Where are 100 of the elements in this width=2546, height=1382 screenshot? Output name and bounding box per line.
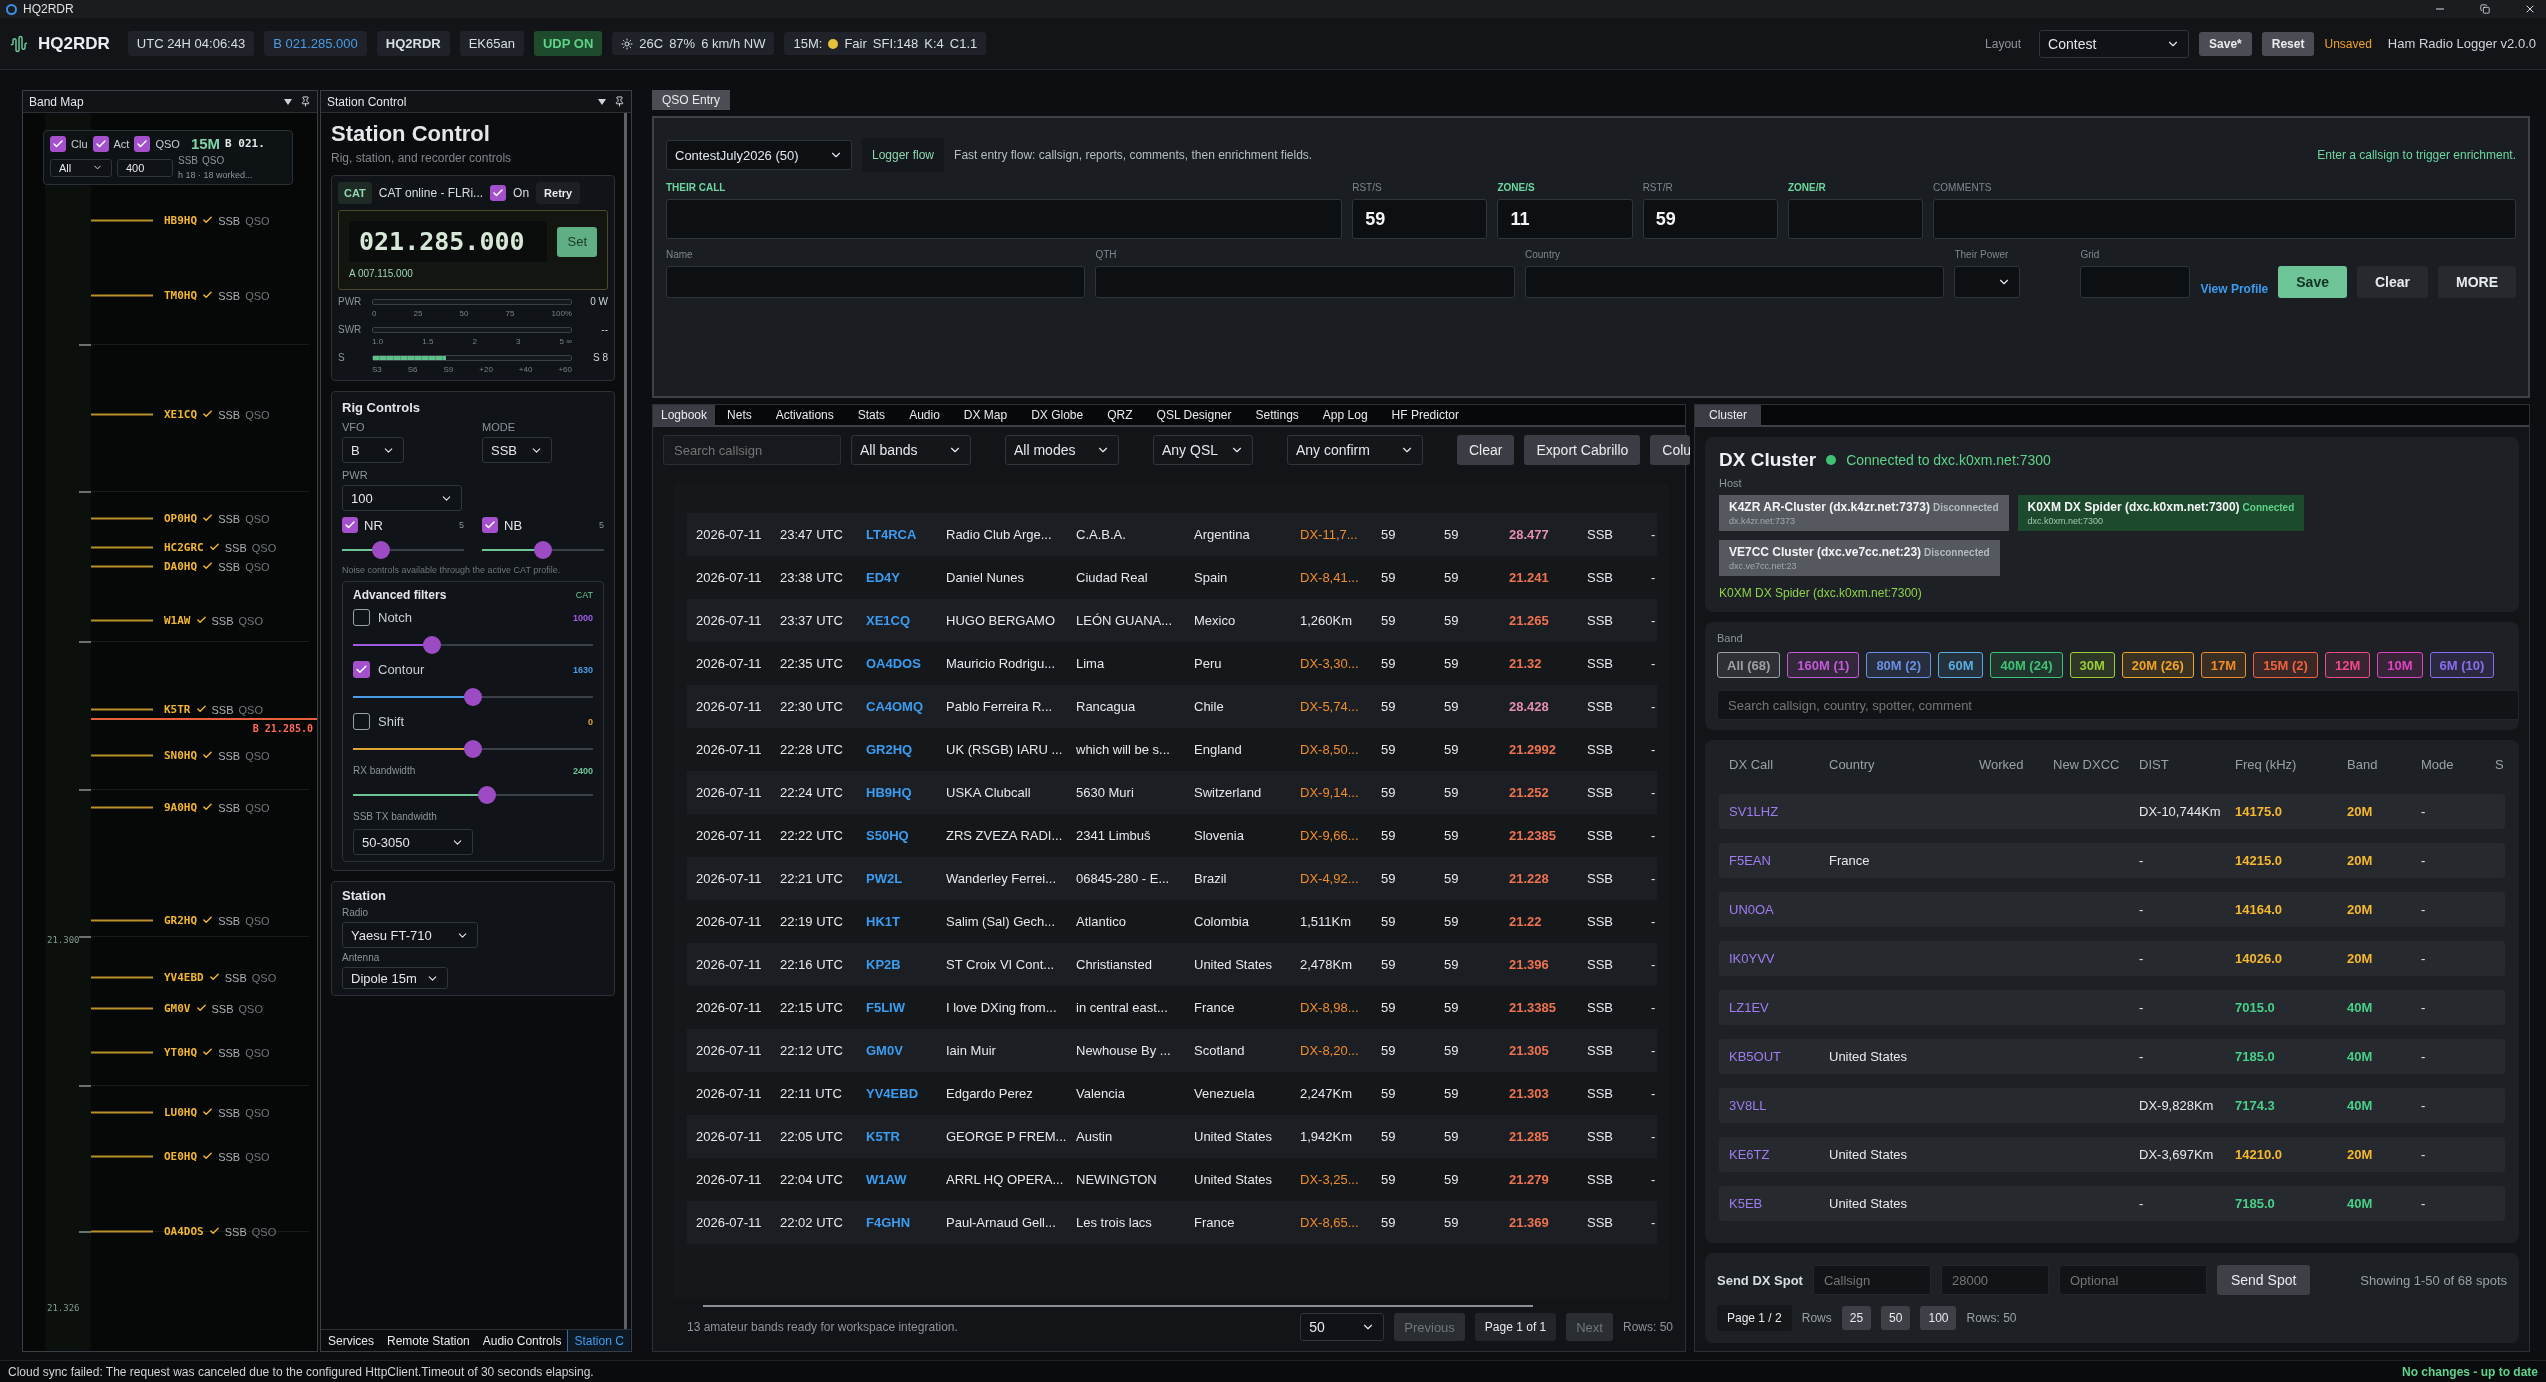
toolbar-button[interactable]: Save*: [2199, 31, 2252, 56]
close-icon[interactable]: [2524, 3, 2536, 15]
log-row[interactable]: 2026-07-11 22:04 UTC W1AW ARRL HQ OPERA... NEWINGTON United States DX-3,25... 59 59 21.279 SSB -: [687, 1158, 1657, 1201]
contest-select[interactable]: ContestJuly2026 (50): [666, 140, 852, 170]
search-field[interactable]: Search callsign, country, spotter, comment: [1717, 690, 2519, 720]
callsign-link[interactable]: GM0V: [866, 1043, 946, 1058]
checkbox[interactable]: [134, 135, 151, 152]
spot-callsign[interactable]: YV4EBD: [164, 970, 204, 984]
callsign-link[interactable]: LZ1EV: [1729, 1000, 1829, 1015]
checkbox[interactable]: [353, 661, 370, 678]
callsign-link[interactable]: OA4DOS: [866, 656, 946, 671]
input-field[interactable]: [1787, 199, 1924, 239]
filter-select[interactable]: Any confirm: [1287, 435, 1423, 465]
cat-badge[interactable]: CAT: [338, 182, 372, 204]
text-input[interactable]: Optional: [2067, 1271, 2198, 1289]
spot-row[interactable]: KB5OUT United States - 7185.0 40M -: [1719, 1039, 2505, 1074]
host-card[interactable]: VE7CC Cluster (dxc.ve7cc.net:23) Disconnected dxc.ve7cc.net:23: [1719, 540, 2000, 576]
band-chip[interactable]: 6M (10): [2429, 652, 2495, 678]
log-row[interactable]: 2026-07-11 22:35 UTC OA4DOS Mauricio Rodrigu... Lima Peru DX-3,30... 59 59 21.32 SSB -: [687, 642, 1657, 685]
logbook-tab[interactable]: Settings: [1243, 405, 1311, 425]
callsign-link[interactable]: PW2L: [866, 871, 946, 886]
band-chip[interactable]: 60M: [1938, 652, 1984, 678]
spot-callsign[interactable]: 9A0HQ: [164, 800, 198, 814]
host-card[interactable]: K4ZR AR-Cluster (dx.k4zr.net:7373) Disconnected dx.k4zr.net:7373: [1719, 495, 2009, 531]
spot-row[interactable]: F5EAN France - 14215.0 20M -: [1719, 843, 2505, 878]
band-chip[interactable]: 12M: [2324, 652, 2371, 678]
toolbar-button[interactable]: Clear: [1457, 435, 1515, 465]
spot-callsign[interactable]: DA0HQ: [164, 559, 198, 573]
rows-option-button[interactable]: 100: [1920, 1306, 1957, 1330]
callsign-link[interactable]: S50HQ: [866, 828, 946, 843]
spot-row[interactable]: K5EB United States - 7185.0 40M -: [1719, 1186, 2505, 1221]
spot-row[interactable]: 3V8LL DX-9,828Km 7174.3 40M -: [1719, 1088, 2505, 1123]
logbook-tab[interactable]: Logbook: [653, 405, 716, 425]
band-chip[interactable]: 15M (2): [2253, 652, 2318, 678]
spot-callsign[interactable]: YT0HQ: [164, 1045, 198, 1059]
callsign-link[interactable]: KB5OUT: [1729, 1049, 1829, 1064]
callsign-link[interactable]: ED4Y: [866, 570, 946, 585]
spot-callsign[interactable]: OA4DOS: [164, 1224, 204, 1238]
log-row[interactable]: 2026-07-11 22:22 UTC S50HQ ZRS ZVEZA RADI... 2341 Limbuš Slovenia DX-9,66... 59 59 21.2385 SSB -: [687, 814, 1657, 857]
log-row[interactable]: 2026-07-11 22:16 UTC KP2B ST Croix VI Cont... Christiansted United States 2,478Km 59 59 21.396 SSB -: [687, 943, 1657, 986]
band-chip[interactable]: 160M (1): [1787, 652, 1860, 678]
slider-thumb[interactable]: [464, 740, 482, 758]
log-row[interactable]: 2026-07-11 22:24 UTC HB9HQ USKA Clubcall 5630 Muri Switzerland DX-9,14... 59 59 21.252 SSB -: [687, 771, 1657, 814]
callsign-link[interactable]: CA4OMQ: [866, 699, 946, 714]
log-row[interactable]: 2026-07-11 23:47 UTC LT4RCA Radio Club Arge... C.A.B.A. Argentina DX-11,7... 59 59 28.477 SSB -: [687, 513, 1657, 556]
input-field[interactable]: [666, 266, 1086, 298]
spot-row[interactable]: IK0YVV - 14026.0 20M -: [1719, 941, 2505, 976]
callsign-link[interactable]: K5EB: [1729, 1196, 1829, 1211]
log-row[interactable]: 2026-07-11 22:15 UTC F5LIW I love DXing from... in central east... France DX-8,98... 59 59 21.3385 SSB -: [687, 986, 1657, 1029]
power-select[interactable]: 100: [342, 485, 462, 511]
log-row[interactable]: 2026-07-11 22:12 UTC GM0V Iain Muir Newhouse By ... Scotland DX-8,20... 59 59 21.305 SSB -: [687, 1029, 1657, 1072]
callsign-link[interactable]: HK1T: [866, 914, 946, 929]
text-input[interactable]: Callsign: [1821, 1271, 1922, 1289]
rows-option-button[interactable]: 25: [1841, 1306, 1872, 1330]
spot-row[interactable]: KE6TZ United States DX-3,697Km 14210.0 20M -: [1719, 1137, 2505, 1172]
callsign-link[interactable]: GR2HQ: [866, 742, 946, 757]
slider-thumb[interactable]: [534, 541, 552, 559]
checkbox[interactable]: [353, 609, 370, 626]
band-chip[interactable]: 40M (24): [1990, 652, 2063, 678]
band-chip[interactable]: 10M: [2377, 652, 2423, 678]
checkbox[interactable]: [482, 517, 498, 533]
callsign-link[interactable]: F4GHN: [866, 1215, 946, 1230]
slider-thumb[interactable]: [423, 636, 442, 654]
toolbar-button[interactable]: Colu: [1650, 435, 1691, 465]
callsign-link[interactable]: F5LIW: [866, 1000, 946, 1015]
logbook-tab[interactable]: Nets: [715, 405, 764, 425]
set-button[interactable]: Set: [557, 226, 597, 257]
logbook-tab[interactable]: QSL Designer: [1144, 405, 1244, 425]
checkbox[interactable]: [92, 135, 109, 152]
input-field[interactable]: Optional: [2058, 1265, 2207, 1295]
antenna-select[interactable]: Dipole 15m: [342, 967, 448, 989]
search-field[interactable]: Search callsign: [663, 435, 841, 465]
spot-callsign[interactable]: GR2HQ: [164, 913, 198, 927]
log-row[interactable]: 2026-07-11 22:05 UTC K5TR GEORGE P FREM... Austin United States 1,942Km 59 59 21.285 SSB -: [687, 1115, 1657, 1158]
band-chip[interactable]: All (68): [1717, 652, 1781, 678]
tx-bandwidth-select[interactable]: 50-3050: [353, 829, 473, 855]
radio-select[interactable]: Yaesu FT-710: [342, 922, 478, 948]
callsign-link[interactable]: KE6TZ: [1729, 1147, 1829, 1162]
layout-select[interactable]: Contest: [2039, 29, 2190, 58]
callsign-link[interactable]: KP2B: [866, 957, 946, 972]
span-field[interactable]: 400: [117, 158, 173, 177]
action-button[interactable]: Clear: [2356, 266, 2428, 298]
pin-icon[interactable]: [614, 96, 625, 107]
callsign-link[interactable]: LT4RCA: [866, 527, 946, 542]
text-input[interactable]: 28000: [1949, 1271, 2040, 1289]
panel-tab[interactable]: Services: [321, 1330, 380, 1351]
input-field[interactable]: [666, 199, 1343, 239]
mode-select[interactable]: All: [50, 158, 112, 177]
toolbar-button[interactable]: Reset: [2261, 31, 2315, 56]
input-field[interactable]: 28000: [1940, 1265, 2049, 1295]
panel-tab[interactable]: Audio Controls: [475, 1330, 568, 1351]
spot-callsign[interactable]: OE0HQ: [164, 1149, 198, 1163]
input-field[interactable]: 59: [1352, 199, 1488, 239]
filter-select[interactable]: All modes: [1005, 435, 1119, 465]
callsign-link[interactable]: HB9HQ: [866, 785, 946, 800]
spot-callsign[interactable]: GM0V: [164, 1001, 191, 1015]
restore-icon[interactable]: [2480, 4, 2490, 14]
spot-row[interactable]: UN0OA - 14164.0 20M -: [1719, 892, 2505, 927]
log-row[interactable]: 2026-07-11 22:28 UTC GR2HQ UK (RSGB) IARU ... which will be s... England DX-8,50... 59 59 21.2992 SSB -: [687, 728, 1657, 771]
toolbar-button[interactable]: Export Cabrillo: [1524, 435, 1641, 465]
